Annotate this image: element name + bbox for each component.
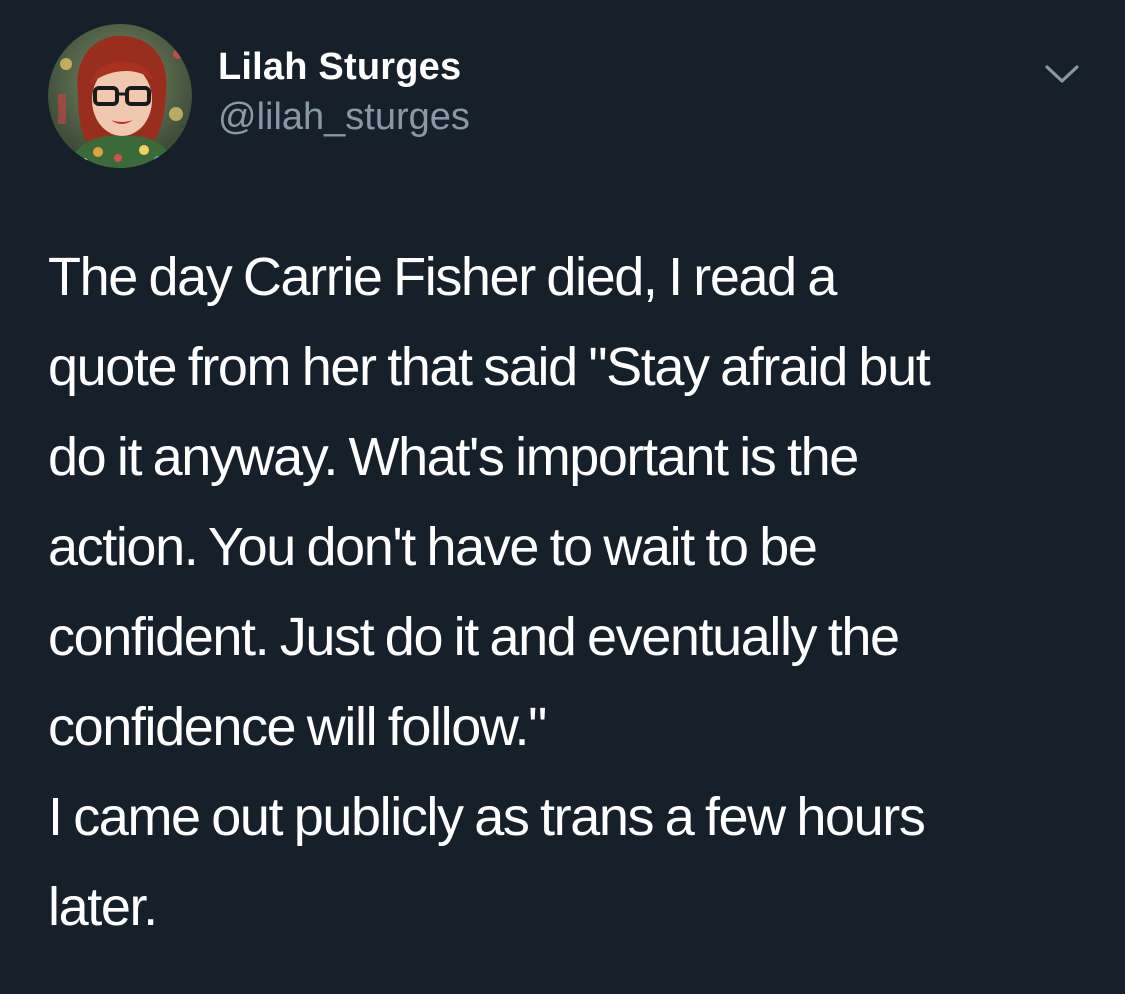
tweet-paragraph: The day Carrie Fisher died, I read a quo… xyxy=(48,232,1088,772)
tweet-line: later. xyxy=(48,877,158,937)
tweet-line: quote from her that said "Stay afraid bu… xyxy=(48,337,931,397)
avatar[interactable] xyxy=(48,24,192,168)
avatar-image xyxy=(48,24,192,168)
tweet-line: action. You don't have to wait to be xyxy=(48,517,818,577)
tweet-options-button[interactable] xyxy=(1040,56,1084,96)
tweet-card: Lilah Sturges @lilah_sturges The day Car… xyxy=(0,0,1125,994)
tweet-paragraph: I came out publicly as trans a few hours… xyxy=(48,772,1088,952)
tweet-line: do it anyway. What's important is the xyxy=(48,427,859,487)
tweet-line: confidence will follow." xyxy=(48,697,547,757)
tweet-line: confident. Just do it and eventually the xyxy=(48,607,900,667)
tweet-line: I came out publicly as trans a few hours xyxy=(48,787,926,847)
chevron-down-icon xyxy=(1045,65,1079,83)
tweet-text: The day Carrie Fisher died, I read a quo… xyxy=(48,232,1088,952)
handle[interactable]: @lilah_sturges xyxy=(218,94,470,140)
author-block: Lilah Sturges @lilah_sturges xyxy=(218,44,470,140)
tweet-line: The day Carrie Fisher died, I read a xyxy=(48,247,837,307)
display-name[interactable]: Lilah Sturges xyxy=(218,44,470,90)
